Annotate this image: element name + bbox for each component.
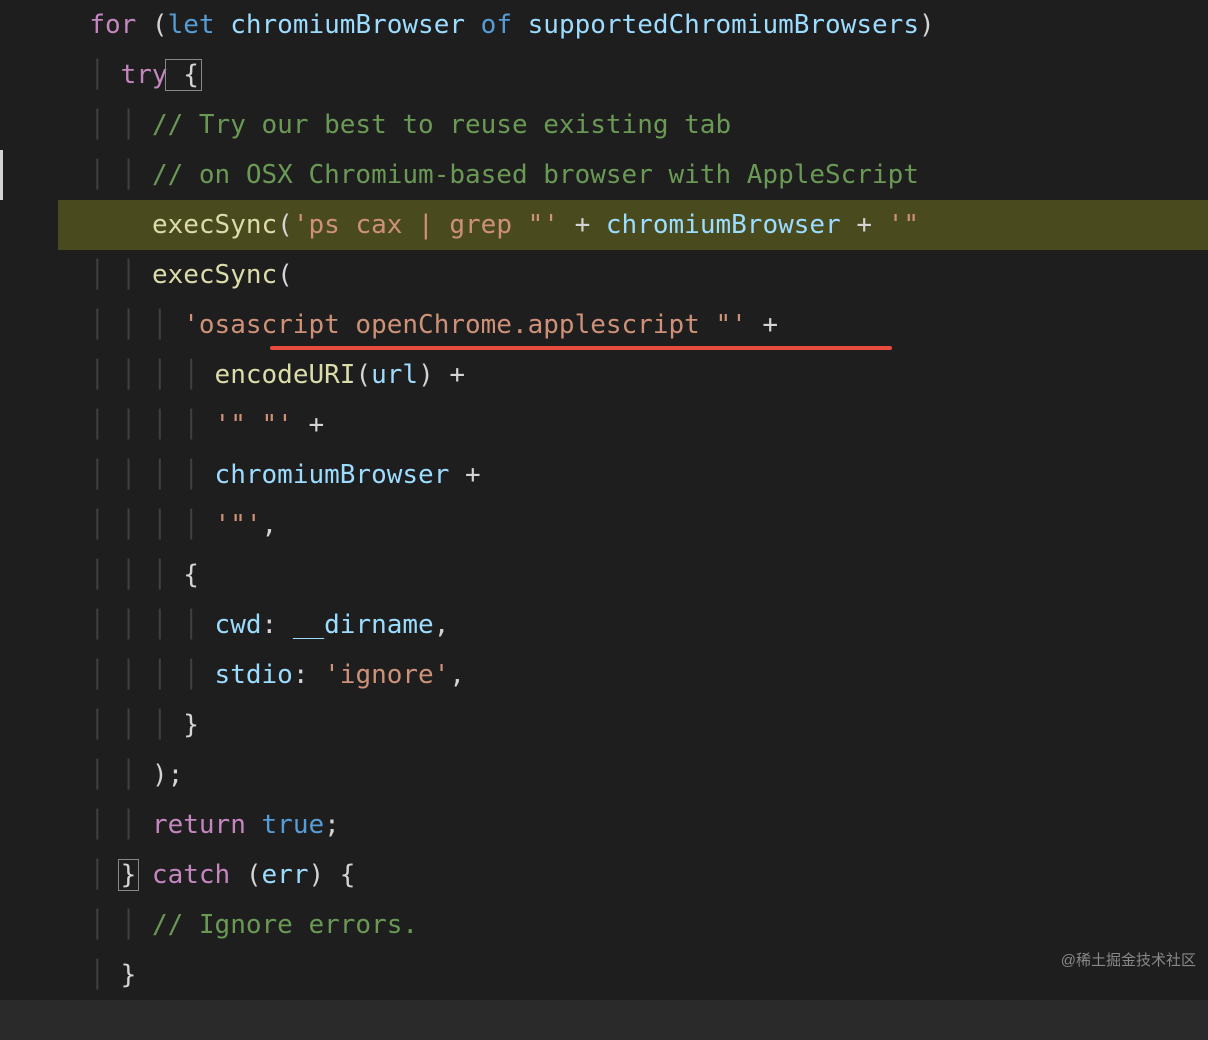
code-line[interactable]: │ │ │ │ '"', (58, 500, 1208, 550)
code-line[interactable]: │ } catch (err) { (58, 850, 1208, 900)
code-line[interactable]: │ │ │ │ chromiumBrowser + (58, 450, 1208, 500)
code-line[interactable]: for (let chromiumBrowser of supportedChr… (58, 0, 1208, 50)
code-line[interactable]: │ │ │ │ encodeURI(url) + (58, 350, 1208, 400)
code-line[interactable]: │ │ return true; (58, 800, 1208, 850)
code-line[interactable]: │ │ │ │ stdio: 'ignore', (58, 650, 1208, 700)
cursor-line-indicator (0, 150, 58, 200)
annotation-underline (270, 346, 892, 350)
code-line[interactable]: │ │ │ } (58, 700, 1208, 750)
watermark-text: @稀土掘金技术社区 (1061, 936, 1196, 986)
code-line[interactable]: │ │ // Ignore errors. (58, 900, 1208, 950)
bottom-bar (0, 1000, 1208, 1040)
code-line[interactable]: │ } (58, 950, 1208, 1000)
code-line[interactable]: │ │ │ { (58, 550, 1208, 600)
code-line[interactable]: │ │ execSync( (58, 250, 1208, 300)
code-line[interactable]: │ │ │ │ cwd: __dirname, (58, 600, 1208, 650)
code-editor[interactable]: for (let chromiumBrowser of supportedChr… (0, 0, 1208, 1000)
code-line[interactable]: │ │ // on OSX Chromium-based browser wit… (58, 150, 1208, 200)
code-line-highlighted[interactable]: execSync('ps cax | grep "' + chromiumBro… (58, 200, 1208, 250)
code-line[interactable]: │ │ │ │ '" "' + (58, 400, 1208, 450)
code-line[interactable]: │ │ ); (58, 750, 1208, 800)
code-line[interactable]: │ try { (58, 50, 1208, 100)
code-line[interactable]: │ │ │ 'osascript openChrome.applescript … (58, 300, 1208, 350)
code-line[interactable]: │ │ // Try our best to reuse existing ta… (58, 100, 1208, 150)
